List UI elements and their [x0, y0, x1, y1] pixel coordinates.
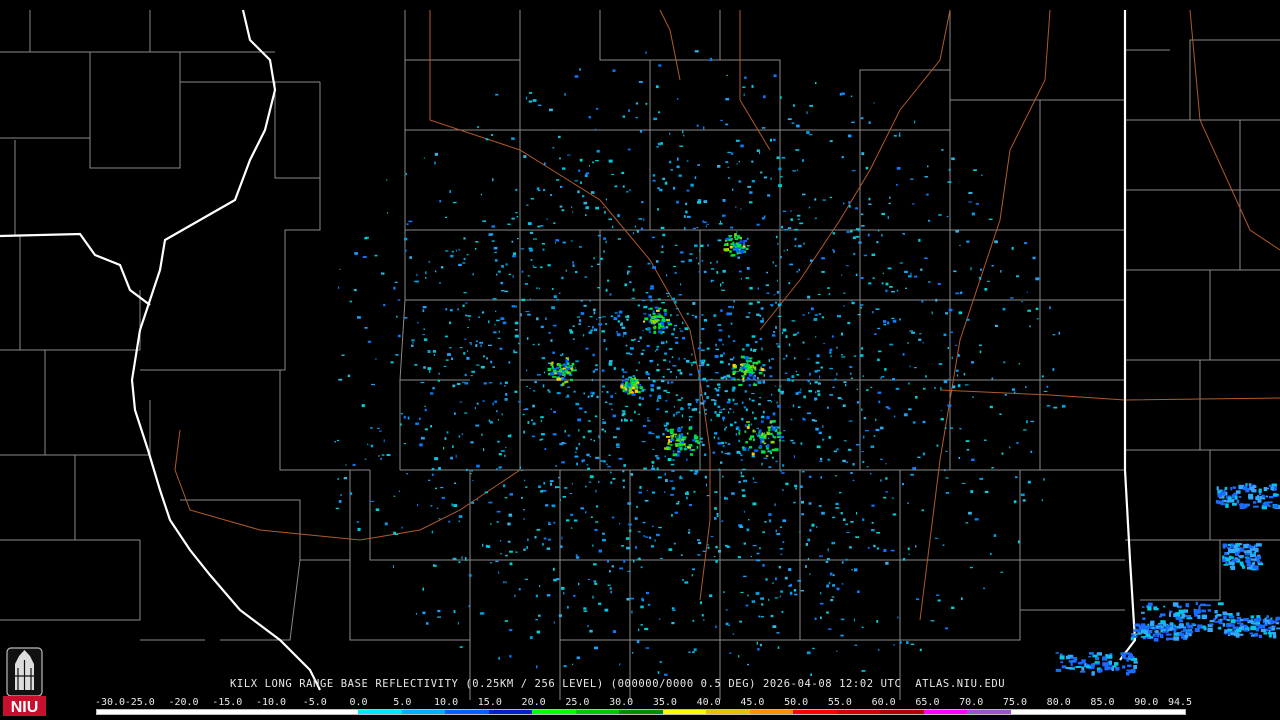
scale-color-bin	[793, 710, 837, 714]
scale-label: 70.0	[959, 697, 984, 708]
reflectivity-color-scale	[96, 709, 1186, 715]
scale-color-bin	[140, 710, 185, 714]
scale-color-bin	[1054, 710, 1098, 714]
scale-label: -15.0	[212, 697, 243, 708]
scale-color-bin	[358, 710, 402, 714]
scale-label: 65.0	[915, 697, 940, 708]
scale-color-bin	[662, 710, 707, 714]
scale-color-bin	[488, 710, 533, 714]
scale-label: -30.0	[94, 697, 126, 708]
scale-color-bin	[271, 710, 315, 714]
scale-color-bin	[314, 710, 359, 714]
scale-color-bin	[445, 710, 489, 714]
scale-label: 5.0	[393, 697, 412, 708]
scale-color-bin	[184, 710, 228, 714]
scale-label: 0.0	[349, 697, 368, 708]
niu-logo: NIU	[3, 647, 46, 716]
scale-label: 25.0	[565, 697, 590, 708]
scale-label: 45.0	[740, 697, 765, 708]
scale-color-bin	[836, 710, 881, 714]
scale-color-bin	[706, 710, 750, 714]
scale-color-bin	[967, 710, 1011, 714]
radar-reflectivity-echoes	[334, 50, 1280, 676]
scale-label: 50.0	[784, 697, 809, 708]
scale-label: 30.0	[609, 697, 634, 708]
radar-map	[0, 9, 1280, 700]
reflectivity-scale-labels: -30.0 -25.0 -20.0 -15.0 -10.0 -5.0 0.0 5.0 10.0 1…	[94, 697, 1193, 709]
scale-label: 94.5	[1167, 697, 1193, 708]
scale-color-bin	[880, 710, 924, 714]
scale-label: 10.0	[434, 697, 459, 708]
scale-label: -25.0	[124, 697, 155, 708]
scale-color-bin	[401, 710, 446, 714]
product-caption: KILX LONG RANGE BASE REFLECTIVITY (0.25K…	[230, 678, 1006, 690]
scale-color-bin	[227, 710, 272, 714]
scale-label: 60.0	[871, 697, 896, 708]
county-boundaries	[0, 10, 1280, 700]
scale-label: 75.0	[1002, 697, 1027, 708]
scale-color-bin	[619, 710, 663, 714]
scale-color-bin	[1010, 710, 1055, 714]
scale-label: 40.0	[696, 697, 721, 708]
scale-label: 35.0	[652, 697, 677, 708]
scale-label: 90.0	[1134, 697, 1159, 708]
scale-color-bin	[532, 710, 576, 714]
scale-color-bin	[97, 710, 141, 714]
scale-color-bin	[575, 710, 620, 714]
scale-label: 20.0	[521, 697, 546, 708]
scale-color-bin	[749, 710, 794, 714]
scale-color-bin	[1097, 710, 1142, 714]
scale-label: -20.0	[168, 697, 199, 708]
scale-label: 85.0	[1090, 697, 1115, 708]
scale-label: -5.0	[302, 697, 327, 708]
niu-logo-text: NIU	[11, 699, 39, 716]
scale-label: -10.0	[255, 697, 287, 708]
scale-label: 80.0	[1046, 697, 1071, 708]
scale-color-bin	[1141, 710, 1185, 714]
state-boundaries	[0, 9, 1137, 691]
scale-color-bin	[923, 710, 968, 714]
scale-label: 15.0	[477, 697, 502, 708]
scale-label: 55.0	[827, 697, 852, 708]
